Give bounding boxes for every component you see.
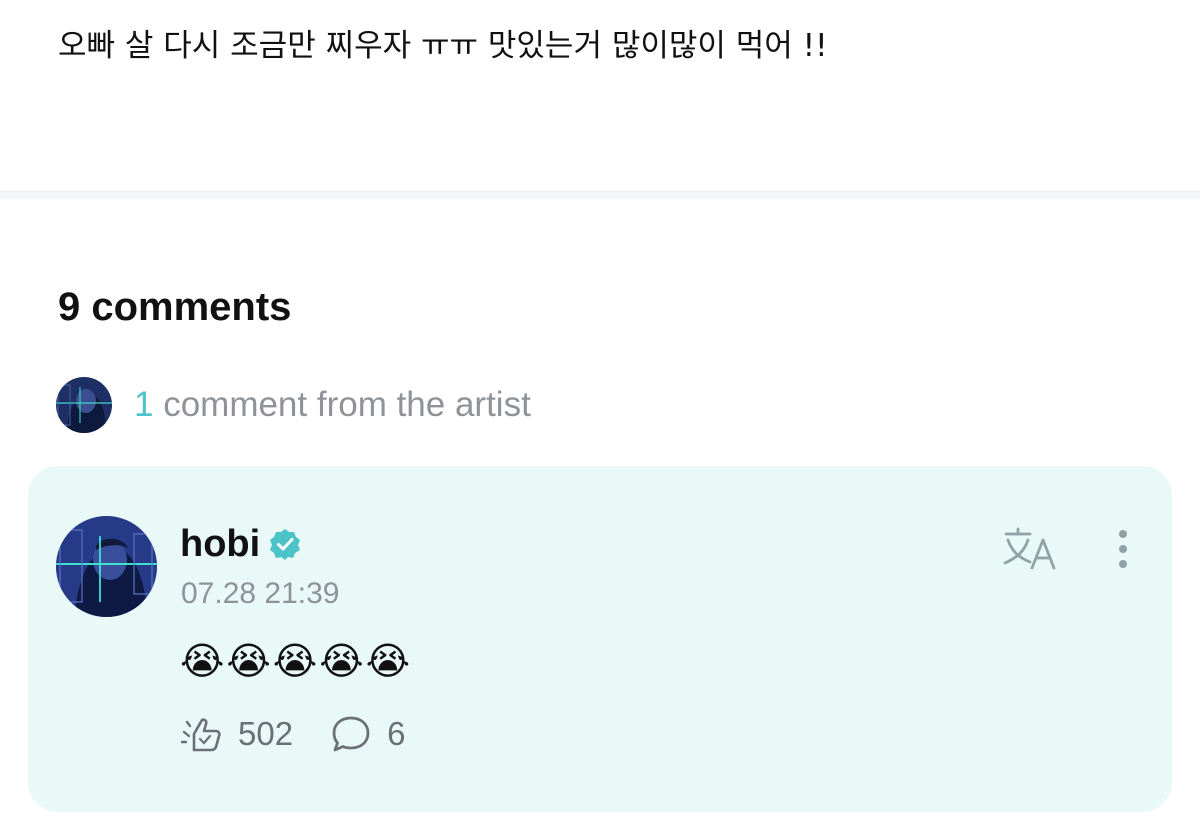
comment-body: 😭😭😭😭😭 xyxy=(180,639,413,683)
comments-heading: 9 comments xyxy=(58,285,292,329)
author-line: hobi xyxy=(180,520,302,568)
artist-comment-count: 1 xyxy=(134,385,154,424)
comment-reactions: 502 6 xyxy=(180,712,405,756)
post-page: 오빠 살 다시 조금만 찌우자 ㅠㅠ 맛있는거 많이많이 먹어 !! 9 com… xyxy=(0,0,1200,824)
verified-badge-icon xyxy=(268,527,302,561)
comment-timestamp: 07.28 21:39 xyxy=(181,577,340,610)
section-divider xyxy=(0,191,1200,199)
artist-comments-filter[interactable]: 1 comment from the artist xyxy=(56,376,531,434)
author-avatar[interactable] xyxy=(56,516,157,617)
more-vertical-icon[interactable] xyxy=(1108,528,1138,574)
artist-comment-count-text: 1 comment from the artist xyxy=(134,383,531,427)
artist-comment-label: comment from the artist xyxy=(153,385,531,424)
post-text: 오빠 살 다시 조금만 찌우자 ㅠㅠ 맛있는거 많이많이 먹어 !! xyxy=(58,28,828,64)
author-name[interactable]: hobi xyxy=(180,520,260,568)
like-count: 502 xyxy=(238,715,294,752)
artist-avatar xyxy=(56,377,112,433)
reply-bubble-icon[interactable] xyxy=(329,712,373,756)
reply-count: 6 xyxy=(387,715,406,752)
translate-icon[interactable] xyxy=(1000,526,1060,572)
artist-comment-card: hobi 07.28 21:39 😭😭😭😭😭 502 6 xyxy=(28,466,1172,812)
like-icon[interactable] xyxy=(180,712,224,756)
